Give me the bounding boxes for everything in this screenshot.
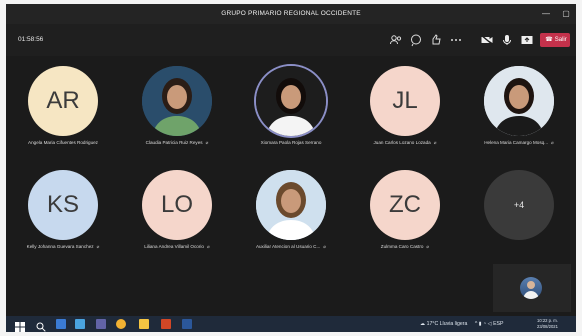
participant-tile[interactable]: Xiomara Paola Rojas Serrano (234, 56, 348, 156)
participant-avatar: LO (142, 170, 212, 240)
title-bar: GRUPO PRIMARIO REGIONAL OCCIDENTE — ▢ (6, 4, 576, 24)
participants-icon[interactable] (389, 33, 403, 47)
meeting-timer: 01:58:56 (18, 36, 44, 43)
system-tray: ☁ 17°C Lluvia ligera ^ ▮ ◔ ◁ ESP (420, 316, 503, 332)
participant-initials: KS (46, 191, 79, 218)
participant-name-text: Zulmma Caro Castro (380, 244, 424, 249)
participant-avatar (256, 170, 326, 240)
mic-muted-icon: ⌀ (205, 140, 209, 145)
mic-muted-icon: ⌀ (96, 244, 100, 249)
mic-icon[interactable] (500, 33, 514, 47)
participant-name-text: Xiomara Paola Rojas Serrano (260, 140, 322, 145)
participant-name-text: Auxiliar Atencion al Usuario C... (255, 244, 321, 249)
participant-name: Juan Carlos Lozano Lozada ⌀ (348, 140, 462, 146)
participants-grid: AR Angela Maria Cifuentes Rodriguez Claudi… (6, 56, 576, 316)
participant-tile[interactable]: Auxiliar Atencion al Usuario C... ⌀ (234, 160, 348, 260)
powerpoint-icon[interactable] (161, 319, 171, 329)
teams-icon[interactable] (96, 319, 106, 329)
language-indicator[interactable]: ESP (493, 321, 503, 327)
more-participants-button[interactable]: +4 (484, 170, 554, 240)
participant-tile[interactable]: +4 (462, 160, 576, 260)
weather-icon: ☁ (420, 321, 426, 327)
participant-name-text: Liliana Andrea Villamil Ocorio (144, 244, 204, 249)
window-title: GRUPO PRIMARIO REGIONAL OCCIDENTE (221, 10, 361, 17)
self-view[interactable] (493, 264, 571, 312)
camera-off-icon[interactable] (480, 33, 494, 47)
participant-tile[interactable]: LO Liliana Andrea Villamil Ocorio ⌀ (120, 160, 234, 260)
participant-tile[interactable]: AR Angela Maria Cifuentes Rodriguez (6, 56, 120, 156)
meeting-toolbar: 01:58:56 ☎ Salir (6, 24, 576, 56)
participant-initials: ZC (389, 191, 421, 218)
volume-icon[interactable]: ◁ (488, 321, 492, 327)
participant-name: Claudia Patricia Ruiz Reyes ⌀ (120, 140, 234, 146)
word-icon[interactable] (182, 319, 192, 329)
chrome-icon[interactable] (116, 319, 126, 329)
search-icon[interactable] (36, 319, 46, 332)
tray-arrow-icon[interactable]: ^ (475, 321, 477, 327)
participant-name-text: Juan Carlos Lozano Lozada (373, 140, 431, 145)
participant-name: Zulmma Caro Castro ⌀ (348, 244, 462, 250)
participant-avatar: ZC (370, 170, 440, 240)
mic-muted-icon: ⌀ (206, 244, 210, 249)
clock-time: 10:22 p. m. (537, 318, 558, 323)
task-view-icon[interactable] (56, 319, 66, 329)
participant-name-text: Kelly Johanna Guevara Sanchez (26, 244, 94, 249)
participant-initials: LO (160, 191, 193, 218)
participant-avatar (484, 66, 554, 136)
maximize-button[interactable]: ▢ (556, 4, 576, 24)
participant-tile[interactable]: JL Juan Carlos Lozano Lozada ⌀ (348, 56, 462, 156)
mic-muted-icon: ⌀ (551, 140, 554, 145)
participant-initials: +4 (513, 200, 525, 210)
self-avatar (520, 277, 542, 299)
participant-avatar: JL (370, 66, 440, 136)
minimize-button[interactable]: — (536, 4, 556, 24)
weather-text[interactable]: 17°C Lluvia ligera (427, 321, 468, 327)
participant-avatar: KS (28, 170, 98, 240)
participant-initials: AR (46, 87, 80, 114)
participant-name-text: Angela Maria Cifuentes Rodriguez (28, 140, 98, 145)
participant-initials: JL (392, 87, 418, 114)
participant-name: Liliana Andrea Villamil Ocorio ⌀ (120, 244, 234, 250)
leave-label: Salir (554, 37, 567, 43)
participant-avatar: AR (28, 66, 98, 136)
participant-name: Auxiliar Atencion al Usuario C... ⌀ (234, 244, 348, 250)
wifi-icon[interactable]: ◔ (483, 321, 486, 327)
windows-taskbar: ☁ 17°C Lluvia ligera ^ ▮ ◔ ◁ ESP 10:22 p… (6, 316, 576, 332)
battery-icon[interactable]: ▮ (479, 321, 482, 327)
chat-icon[interactable] (409, 33, 423, 47)
participant-name: Xiomara Paola Rojas Serrano (234, 140, 348, 145)
participant-name-text: Claudia Patricia Ruiz Reyes (145, 140, 203, 145)
participant-tile[interactable]: Helena Maria Camargo Mosq... ⌀ (462, 56, 576, 156)
clock-date: 23/08/2021 (537, 323, 558, 329)
reactions-icon[interactable] (429, 33, 443, 47)
participant-avatar (142, 66, 212, 136)
participant-name: Helena Maria Camargo Mosq... ⌀ (462, 140, 576, 146)
participant-tile[interactable]: Claudia Patricia Ruiz Reyes ⌀ (120, 56, 234, 156)
start-icon[interactable] (15, 319, 25, 332)
participant-name: Angela Maria Cifuentes Rodriguez (6, 140, 120, 145)
participant-tile[interactable]: KS Kelly Johanna Guevara Sanchez ⌀ (6, 160, 120, 260)
share-icon[interactable] (520, 33, 534, 47)
mic-muted-icon: ⌀ (426, 244, 430, 249)
clock[interactable]: 10:22 p. m. 23/08/2021 (537, 318, 558, 329)
participant-name: Kelly Johanna Guevara Sanchez ⌀ (6, 244, 120, 250)
leave-button[interactable]: ☎ Salir (540, 33, 570, 47)
teams-meeting-window: GRUPO PRIMARIO REGIONAL OCCIDENTE — ▢ 01… (6, 4, 576, 332)
mic-muted-icon: ⌀ (433, 140, 437, 145)
phone-icon: ☎ (545, 37, 553, 43)
file-explorer-icon[interactable] (139, 319, 149, 329)
mic-muted-icon: ⌀ (323, 244, 327, 249)
more-icon[interactable] (449, 33, 463, 47)
participant-avatar (256, 66, 326, 136)
participant-tile[interactable]: ZC Zulmma Caro Castro ⌀ (348, 160, 462, 260)
edge-icon[interactable] (75, 319, 85, 329)
participant-name-text: Helena Maria Camargo Mosq... (484, 140, 549, 145)
